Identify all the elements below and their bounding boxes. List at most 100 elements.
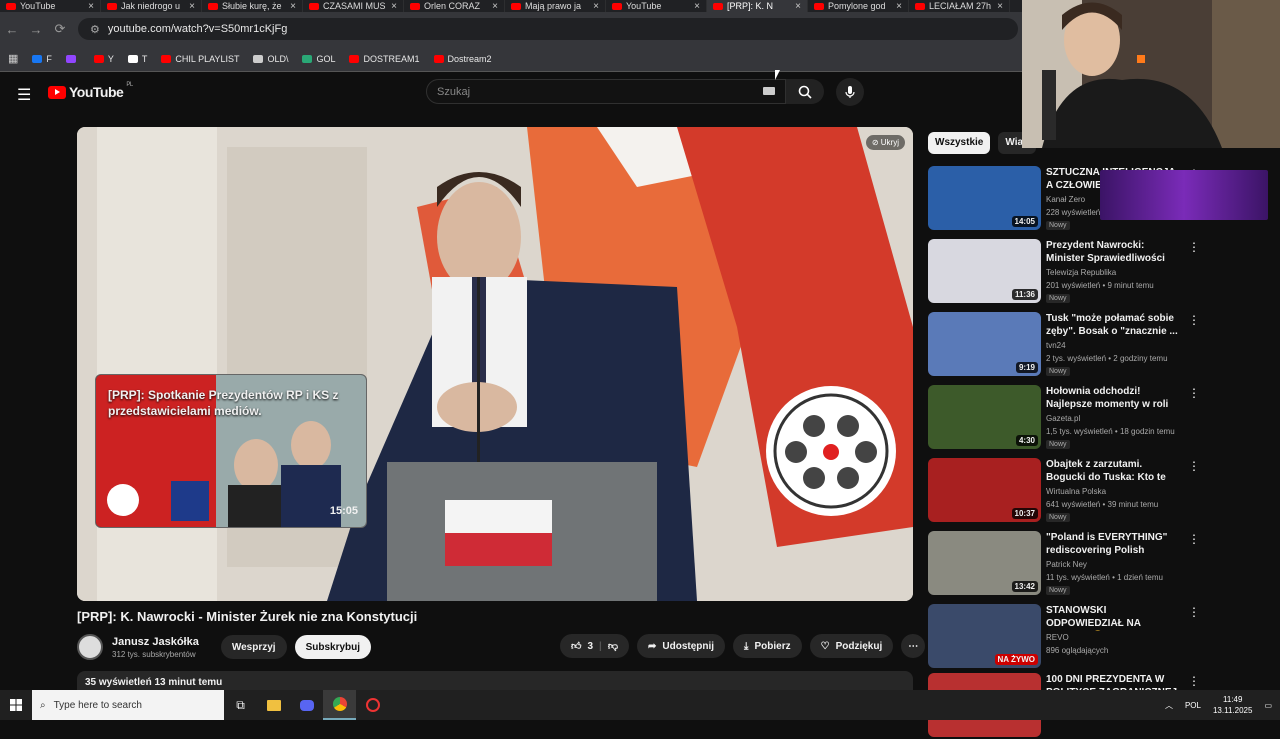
close-tab-icon[interactable]: ×	[694, 1, 706, 12]
more-vertical-icon[interactable]: ⋮	[1188, 605, 1200, 619]
apps-grid-icon[interactable]: ▦	[8, 52, 18, 65]
end-screen-video-card[interactable]: [PRP]: Spotkanie Prezydentów RP i KS z p…	[95, 374, 367, 528]
close-tab-icon[interactable]: ×	[492, 1, 504, 12]
recommendation-channel[interactable]: Patrick Ney	[1046, 560, 1087, 569]
close-tab-icon[interactable]: ×	[391, 1, 403, 12]
notifications-icon[interactable]: ▭	[1264, 701, 1272, 710]
browser-tab[interactable]: Mają prawo ja ×	[505, 0, 606, 12]
bookmark-item[interactable]: T	[127, 54, 147, 64]
bookmark-item[interactable]: GOL	[302, 54, 335, 64]
like-button[interactable]: 👍︎ 3 | 👎︎	[560, 634, 629, 658]
video-thumbnail[interactable]: 11:36	[928, 239, 1041, 303]
more-vertical-icon[interactable]: ⋮	[1188, 674, 1200, 688]
video-thumbnail[interactable]: 13:42	[928, 531, 1041, 595]
menu-icon[interactable]: ☰	[17, 85, 31, 105]
browser-tab[interactable]: Orlen CORAZ ×	[404, 0, 505, 12]
browser-tab[interactable]: Jak niedrogo u ×	[101, 0, 202, 12]
bookmark-item[interactable]: Y	[93, 54, 114, 64]
video-player[interactable]: ⊘ Ukryj [PRP]: Spotkanie Prezydentów RP …	[77, 127, 913, 601]
chip-all[interactable]: Wszystkie	[928, 132, 991, 154]
recommendation-item[interactable]: 13:42 "Poland is EVERYTHING" rediscoverin…	[928, 531, 1276, 597]
thumbs-down-icon[interactable]: 👎︎	[608, 640, 618, 652]
taskbar-search-input[interactable]: ⌕ Type here to search	[32, 690, 224, 720]
recommendation-channel[interactable]: Gazeta.pl	[1046, 414, 1080, 423]
video-thumbnail[interactable]: 4:30	[928, 385, 1041, 449]
start-button[interactable]	[0, 690, 32, 720]
recommendation-item[interactable]: 10:37 Obajtek z zarzutami. Bogucki do Tus…	[928, 458, 1276, 524]
mouse-cursor-icon	[775, 70, 780, 80]
close-tab-icon[interactable]: ×	[189, 1, 201, 12]
bookmark-item[interactable]: OLD\	[253, 54, 288, 64]
more-vertical-icon[interactable]: ⋮	[1188, 532, 1200, 546]
language-indicator[interactable]: POL	[1185, 701, 1201, 710]
recommendation-item[interactable]: 11:36 Prezydent Nawrocki: Minister Sprawi…	[928, 239, 1276, 305]
more-vertical-icon[interactable]: ⋮	[1188, 386, 1200, 400]
recommendation-channel[interactable]: Wirtualna Polska	[1046, 487, 1106, 496]
search-button[interactable]	[786, 79, 824, 104]
download-icon: ⤓	[744, 640, 749, 652]
support-button[interactable]: Wesprzyj	[220, 635, 287, 659]
bookmark-item[interactable]: Dostream2	[433, 54, 492, 64]
more-vertical-icon[interactable]: ⋮	[1188, 240, 1200, 254]
more-vertical-icon[interactable]: ⋮	[1188, 313, 1200, 327]
bookmark-item[interactable]: DOSTREAM1	[349, 54, 420, 64]
reload-icon[interactable]: ⟳	[48, 21, 72, 37]
browser-tab[interactable]: LECIAŁAM 27h ×	[909, 0, 1010, 12]
recommendation-channel[interactable]: REVO	[1046, 633, 1069, 642]
bookmark-item[interactable]	[65, 54, 80, 63]
youtube-logo[interactable]: YouTube PL	[48, 82, 133, 100]
video-thumbnail[interactable]: NA ŻYWO	[928, 604, 1041, 668]
url-field[interactable]: ⚙ youtube.com/watch?v=S50mr1cKjFg	[78, 18, 1018, 40]
file-explorer-icon[interactable]	[257, 690, 290, 720]
channel-avatar[interactable]	[77, 634, 103, 660]
clock-time: 11:49	[1222, 695, 1243, 704]
more-vertical-icon[interactable]: ⋮	[1188, 459, 1200, 473]
ad-banner[interactable]	[1100, 170, 1268, 220]
hide-button[interactable]: ⊘ Ukryj	[865, 135, 905, 150]
tray-chevron-icon[interactable]: ︿	[1165, 700, 1173, 711]
browser-tab[interactable]: [PRP]: K. N ×	[707, 0, 808, 12]
close-tab-icon[interactable]: ×	[997, 1, 1009, 12]
recommendation-channel[interactable]: tvn24	[1046, 341, 1066, 350]
channel-name[interactable]: Janusz Jaskółka	[112, 636, 199, 648]
tab-title: Jak niedrogo u	[121, 1, 181, 11]
recommendation-channel[interactable]: Telewizja Republika	[1046, 268, 1116, 277]
close-tab-icon[interactable]: ×	[593, 1, 605, 12]
channel-watermark-icon[interactable]	[766, 386, 896, 516]
video-thumbnail[interactable]: 10:37	[928, 458, 1041, 522]
browser-tab[interactable]: CZASAMI MUS ×	[303, 0, 404, 12]
share-button[interactable]: ➦ Udostępnij	[636, 634, 726, 658]
bookmark-item[interactable]: F	[32, 54, 52, 64]
close-tab-icon[interactable]: ×	[795, 1, 807, 12]
obs-icon[interactable]	[356, 690, 389, 720]
voice-search-button[interactable]	[836, 78, 864, 106]
search-input[interactable]: Szukaj	[426, 79, 786, 104]
site-info-icon[interactable]: ⚙	[90, 23, 100, 36]
chrome-icon[interactable]	[323, 690, 356, 720]
download-button[interactable]: ⤓ Pobierz	[733, 634, 802, 658]
task-view-icon[interactable]: ⧉	[224, 690, 257, 720]
recommendation-item[interactable]: 9:19 Tusk "może połamać sobie zęby". Bosa…	[928, 312, 1276, 378]
browser-tab[interactable]: YouTube ×	[0, 0, 101, 12]
browser-tab[interactable]: Słubie kurę, że ×	[202, 0, 303, 12]
recommendation-item[interactable]: 4:30 Hołownia odchodzi! Najlepsze momenty…	[928, 385, 1276, 451]
browser-tab[interactable]: YouTube ×	[606, 0, 707, 12]
bookmark-item[interactable]: CHIL PLAYLIST	[161, 54, 239, 64]
video-thumbnail[interactable]: 9:19	[928, 312, 1041, 376]
subscribe-button[interactable]: Subskrybuj	[294, 635, 372, 659]
back-icon[interactable]: ←	[0, 22, 24, 37]
keyboard-icon[interactable]	[763, 87, 775, 95]
clock[interactable]: 11:49 13.11.2025	[1213, 694, 1252, 716]
forward-icon[interactable]: →	[24, 22, 48, 37]
close-tab-icon[interactable]: ×	[290, 1, 302, 12]
recommendation-item[interactable]: NA ŻYWO STANOWSKI ODPOWIEDZIAŁ NA KONOPA …	[928, 604, 1276, 670]
discord-icon[interactable]	[290, 690, 323, 720]
recommendation-channel[interactable]: Kanał Zero	[1046, 195, 1085, 204]
video-thumbnail[interactable]: 14:05	[928, 166, 1041, 230]
thanks-button[interactable]: ♡ Podziękuj	[809, 634, 894, 658]
more-actions-button[interactable]: ⋯	[901, 634, 926, 658]
close-tab-icon[interactable]: ×	[896, 1, 908, 12]
close-tab-icon[interactable]: ×	[88, 1, 100, 12]
browser-tab[interactable]: Pomylone god ×	[808, 0, 909, 12]
windows-icon	[10, 699, 22, 711]
